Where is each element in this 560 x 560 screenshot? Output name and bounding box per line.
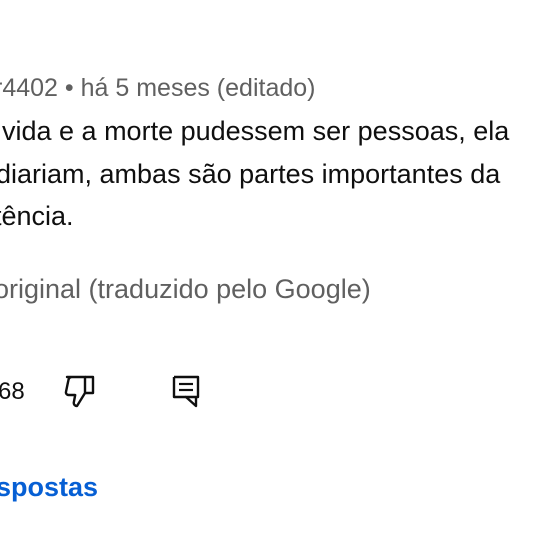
comment-panel: r4402 • há 5 meses (editado) vida e a mo… — [0, 0, 560, 560]
comment-text-line-3: tência. — [0, 201, 74, 231]
thumbs-down-icon — [64, 375, 95, 408]
like-count: 68 — [0, 378, 25, 405]
dislike-button[interactable] — [60, 370, 100, 412]
comment-reply-icon — [172, 375, 200, 408]
comment-meta: r4402 • há 5 meses (editado) — [0, 72, 315, 104]
comment-text-line-1: vida e a morte pudessem ser pessoas, ela — [2, 116, 510, 146]
comment-text-line-2: diariam, ambas são partes importantes da — [0, 159, 501, 189]
view-replies-link[interactable]: spostas — [0, 470, 98, 504]
see-original-link[interactable]: original (traduzido pelo Google) — [0, 272, 371, 306]
comment-timestamp[interactable]: há 5 meses (editado) — [81, 74, 316, 102]
reply-button[interactable] — [166, 370, 206, 412]
comment-author[interactable]: r4402 — [0, 74, 58, 102]
meta-separator: • — [64, 74, 74, 102]
